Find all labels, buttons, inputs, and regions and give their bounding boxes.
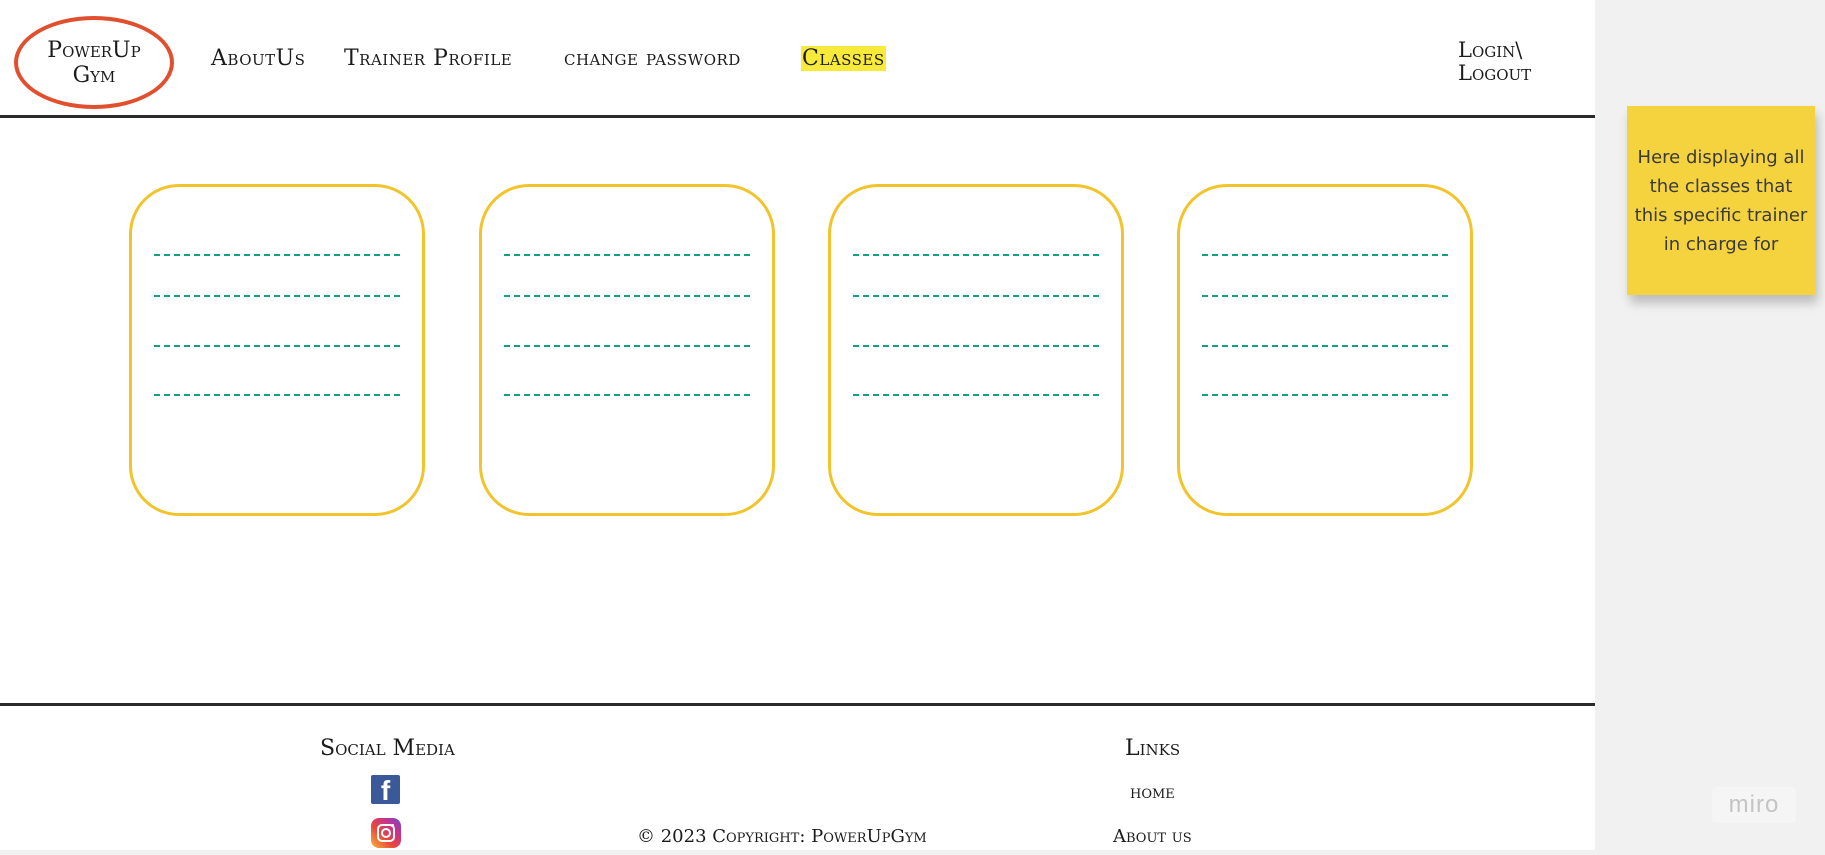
logo[interactable]: PowerUp Gym [14, 16, 174, 109]
links-title: Links [1125, 736, 1181, 761]
placeholder-line [853, 394, 1099, 396]
site-header: PowerUp Gym AboutUs Trainer Profile chan… [0, 0, 1595, 117]
placeholder-line [1202, 295, 1448, 297]
sticky-note[interactable]: Here displaying all the classes that thi… [1627, 106, 1815, 295]
social-media-title: Social Media [320, 736, 455, 761]
footer-divider [0, 703, 1595, 706]
login-logout-link[interactable]: Login\ Logout [1458, 39, 1531, 85]
wireframe-board: PowerUp Gym AboutUs Trainer Profile chan… [0, 0, 1595, 850]
placeholder-line [504, 394, 750, 396]
facebook-icon[interactable]: f [371, 775, 400, 804]
instagram-icon[interactable] [371, 818, 401, 848]
nav-classes[interactable]: Classes [801, 46, 886, 71]
class-card[interactable] [1177, 184, 1473, 516]
sticky-note-text: Here displaying all the classes that thi… [1634, 146, 1808, 255]
placeholder-line [154, 345, 400, 347]
header-divider [0, 115, 1595, 118]
placeholder-line [504, 345, 750, 347]
placeholder-line [1202, 394, 1448, 396]
placeholder-line [853, 254, 1099, 256]
placeholder-line [853, 295, 1099, 297]
placeholder-line [1202, 254, 1448, 256]
class-card[interactable] [129, 184, 425, 516]
placeholder-line [1202, 345, 1448, 347]
copyright-text: © 2023 Copyright: PowerUpGym [637, 826, 927, 847]
nav-change-password[interactable]: change password [564, 46, 741, 71]
placeholder-line [504, 254, 750, 256]
footer-link-about-us[interactable]: About us [1113, 826, 1192, 847]
nav-trainer-profile[interactable]: Trainer Profile [344, 46, 512, 71]
miro-logo-text: miro [1728, 791, 1780, 818]
class-card[interactable] [828, 184, 1124, 516]
miro-watermark: miro [1712, 787, 1796, 823]
placeholder-line [154, 254, 400, 256]
logo-text: PowerUp Gym [47, 37, 141, 88]
placeholder-line [853, 345, 1099, 347]
placeholder-line [504, 295, 750, 297]
nav-about-us[interactable]: AboutUs [211, 46, 305, 71]
footer-link-home[interactable]: home [1130, 782, 1175, 803]
placeholder-line [154, 295, 400, 297]
placeholder-line [154, 394, 400, 396]
class-card[interactable] [479, 184, 775, 516]
